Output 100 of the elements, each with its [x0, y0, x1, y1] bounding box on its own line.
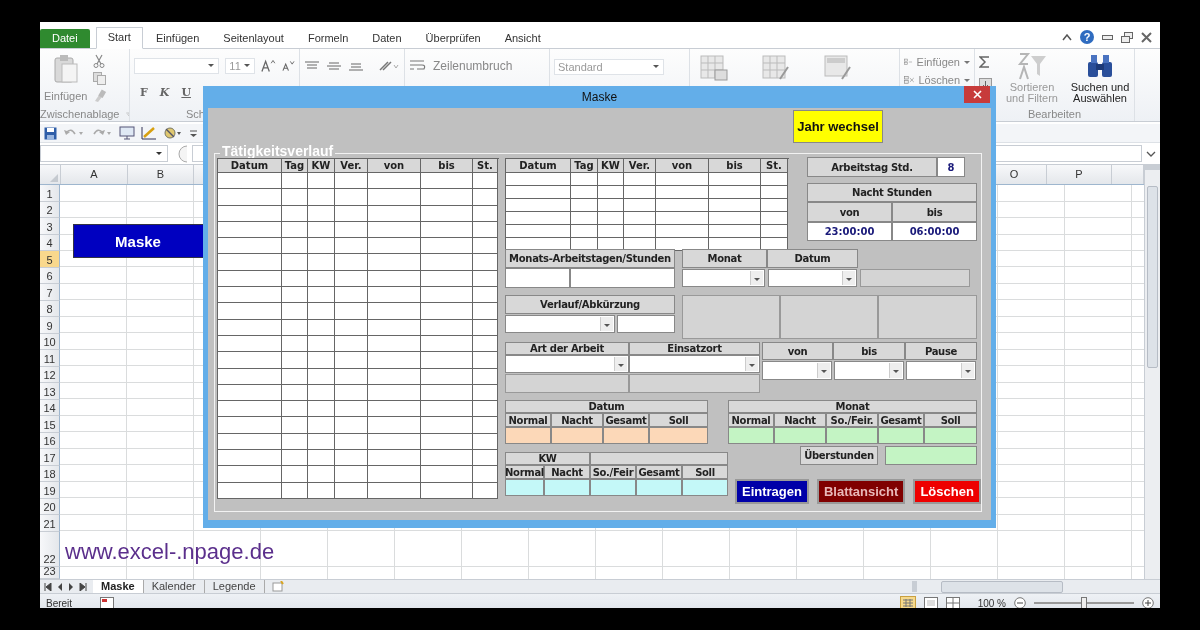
dropdown-field[interactable] — [682, 269, 765, 287]
table-cell[interactable] — [368, 466, 421, 483]
table-cell[interactable] — [421, 352, 473, 369]
table-cell[interactable] — [218, 450, 282, 467]
table-cell[interactable] — [656, 212, 709, 225]
dropdown-field[interactable] — [768, 269, 857, 287]
table-cell[interactable] — [335, 287, 368, 304]
ribbon-tab[interactable]: Daten — [361, 29, 413, 48]
find-select-button[interactable]: Suchen und Auswählen — [1070, 52, 1130, 104]
normal-view-icon[interactable] — [899, 596, 916, 608]
table-cell[interactable] — [571, 186, 598, 199]
table-cell[interactable] — [709, 225, 761, 238]
first-sheet-icon[interactable] — [44, 582, 52, 591]
tools-icon[interactable] — [163, 126, 183, 140]
table-cell[interactable] — [218, 238, 282, 255]
insert-cells-button[interactable]: Einfügen — [916, 56, 960, 68]
table-cell[interactable] — [335, 254, 368, 271]
column-header[interactable]: B — [128, 165, 194, 184]
input-field[interactable] — [505, 268, 570, 288]
zoom-out-icon[interactable] — [1014, 597, 1026, 608]
table-cell[interactable] — [473, 450, 498, 467]
table-cell[interactable] — [656, 225, 709, 238]
table-cell[interactable] — [506, 186, 571, 199]
table-cell[interactable] — [218, 401, 282, 418]
table-cell[interactable] — [506, 173, 571, 186]
table-cell[interactable] — [473, 303, 498, 320]
bold-button[interactable]: F — [140, 85, 148, 99]
dropdown-field[interactable] — [505, 315, 615, 333]
table-cell[interactable] — [308, 450, 335, 467]
table-cell[interactable] — [761, 212, 788, 225]
table-cell[interactable] — [421, 450, 473, 467]
table-cell[interactable] — [282, 254, 308, 271]
sum-icon[interactable] — [979, 56, 991, 68]
table-cell[interactable] — [218, 352, 282, 369]
table-cell[interactable] — [368, 450, 421, 467]
row-header[interactable]: 3 — [40, 218, 60, 235]
table-cell[interactable] — [282, 287, 308, 304]
file-tab[interactable]: Datei — [40, 29, 90, 48]
input-field[interactable] — [570, 268, 675, 288]
table-cell[interactable] — [473, 352, 498, 369]
ribbon-tab[interactable]: Ansicht — [493, 29, 552, 48]
table-cell[interactable] — [421, 254, 473, 271]
customize-icon[interactable] — [189, 128, 198, 138]
ribbon-tab[interactable]: Überprüfen — [414, 29, 492, 48]
table-cell[interactable] — [335, 417, 368, 434]
table-cell[interactable] — [656, 173, 709, 186]
table-cell[interactable] — [421, 238, 473, 255]
table-cell[interactable] — [308, 189, 335, 206]
table-cell[interactable] — [308, 287, 335, 304]
insert-cells-icon[interactable] — [904, 56, 913, 68]
table-cell[interactable] — [368, 173, 421, 190]
row-header[interactable]: 5 — [40, 251, 60, 268]
table-cell[interactable] — [335, 401, 368, 418]
row-header[interactable]: 15 — [40, 416, 60, 433]
table-cell[interactable] — [368, 303, 421, 320]
table-cell[interactable] — [218, 303, 282, 320]
table-cell[interactable] — [335, 189, 368, 206]
column-header[interactable]: A — [61, 165, 128, 184]
form-button[interactable]: Löschen — [913, 479, 981, 504]
table-cell[interactable] — [761, 225, 788, 238]
table-cell[interactable] — [421, 173, 473, 190]
row-header[interactable]: 17 — [40, 449, 60, 466]
table-cell[interactable] — [624, 186, 656, 199]
ribbon-tab[interactable]: Start — [95, 27, 143, 49]
delete-cells-icon[interactable] — [904, 74, 915, 86]
underline-button[interactable]: U — [181, 85, 191, 99]
table-cell[interactable] — [282, 401, 308, 418]
close-icon[interactable] — [1141, 31, 1152, 43]
table-cell[interactable] — [656, 186, 709, 199]
table-cell[interactable] — [709, 199, 761, 212]
table-cell[interactable] — [308, 401, 335, 418]
row-header[interactable]: 11 — [40, 350, 60, 367]
table-cell[interactable] — [598, 186, 624, 199]
macro-record-icon[interactable] — [100, 597, 115, 608]
table-cell[interactable] — [598, 173, 624, 186]
restore-icon[interactable] — [1121, 31, 1133, 43]
last-sheet-icon[interactable] — [79, 582, 87, 591]
table-cell[interactable] — [308, 417, 335, 434]
table-cell[interactable] — [308, 254, 335, 271]
row-header[interactable]: 7 — [40, 284, 60, 301]
table-cell[interactable] — [218, 287, 282, 304]
zoom-in-icon[interactable] — [1142, 597, 1154, 608]
table-cell[interactable] — [506, 212, 571, 225]
table-cell[interactable] — [473, 287, 498, 304]
table-cell[interactable] — [421, 189, 473, 206]
table-cell[interactable] — [282, 450, 308, 467]
wrap-text-button[interactable]: Zeilenumbruch — [433, 59, 513, 73]
table-cell[interactable] — [335, 466, 368, 483]
table-cell[interactable] — [335, 238, 368, 255]
table-cell[interactable] — [421, 303, 473, 320]
table-cell[interactable] — [308, 352, 335, 369]
table-cell[interactable] — [368, 417, 421, 434]
table-cell[interactable] — [473, 173, 498, 190]
table-cell[interactable] — [282, 173, 308, 190]
previous-sheet-icon[interactable] — [57, 582, 63, 591]
zoom-slider-thumb[interactable] — [1081, 597, 1087, 608]
table-cell[interactable] — [624, 199, 656, 212]
dropdown-field[interactable] — [505, 355, 629, 373]
input-field[interactable] — [617, 315, 675, 333]
dropdown-field[interactable] — [906, 361, 976, 380]
